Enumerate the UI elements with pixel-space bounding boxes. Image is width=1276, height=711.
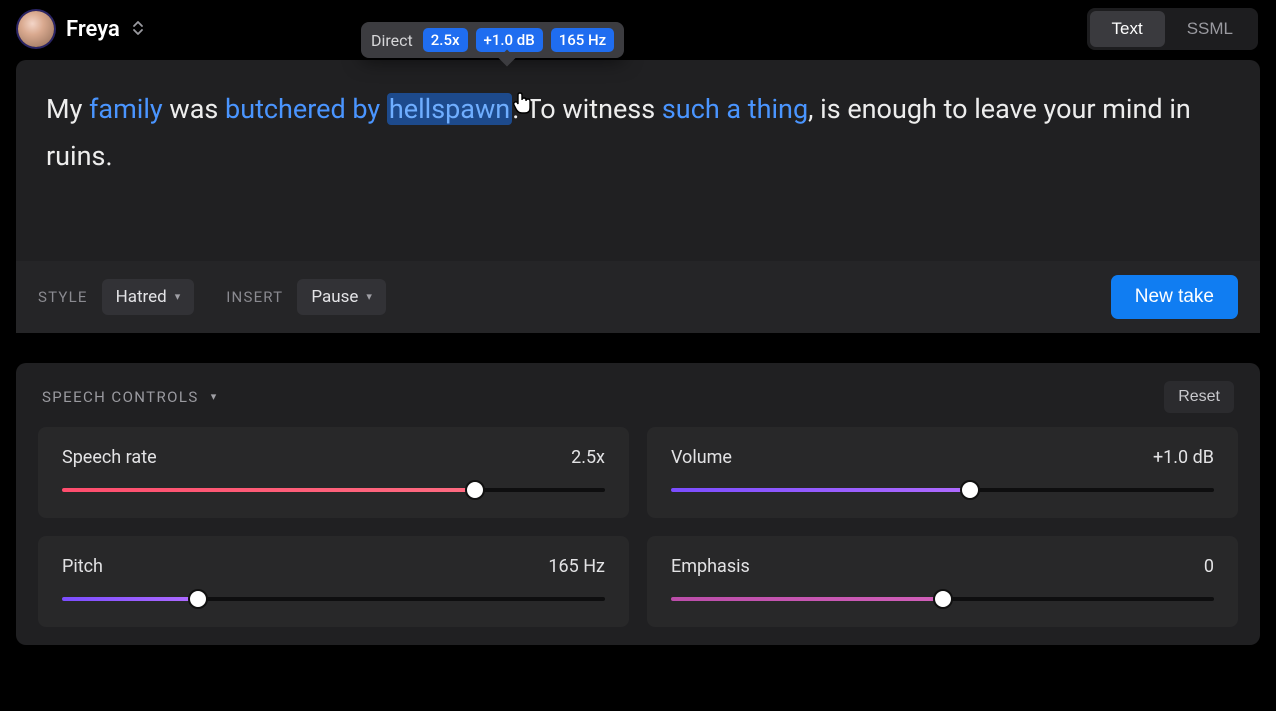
volume-value: +1.0 dB: [1153, 447, 1214, 468]
speech-rate-label: Speech rate: [62, 447, 157, 468]
slider-thumb[interactable]: [465, 480, 485, 500]
style-label: STYLE: [38, 288, 88, 306]
slider-fill: [62, 597, 198, 601]
insert-dropdown[interactable]: Pause ▾: [297, 279, 386, 315]
speech-rate-slider[interactable]: [62, 488, 605, 492]
reset-button[interactable]: Reset: [1164, 381, 1234, 413]
tooltip-volume-chip[interactable]: +1.0 dB: [476, 28, 543, 52]
slider-thumb[interactable]: [960, 480, 980, 500]
insert-label: INSERT: [226, 288, 283, 306]
chevron-updown-icon: [132, 20, 144, 38]
slider-thumb[interactable]: [188, 589, 208, 609]
speech-rate-card: Speech rate 2.5x: [38, 427, 629, 518]
mode-text-button[interactable]: Text: [1090, 11, 1165, 47]
script-textarea[interactable]: My family was butchered by hellspawn. To…: [16, 60, 1260, 261]
speech-controls-title: SPEECH CONTROLS: [42, 388, 199, 406]
script-text: My: [46, 93, 89, 125]
emphasis-slider[interactable]: [671, 597, 1214, 601]
chevron-down-icon: ▾: [366, 290, 372, 303]
volume-slider[interactable]: [671, 488, 1214, 492]
slider-thumb[interactable]: [933, 589, 953, 609]
insert-value: Pause: [311, 287, 358, 307]
voice-picker[interactable]: Freya: [18, 11, 144, 47]
script-text: . To witness: [512, 93, 662, 125]
script-highlight[interactable]: such a thing: [662, 93, 808, 125]
tooltip-rate-chip[interactable]: 2.5x: [423, 28, 468, 52]
chevron-down-icon: ▾: [211, 390, 218, 403]
speech-controls-toggle[interactable]: SPEECH CONTROLS ▾: [42, 388, 218, 406]
pitch-card: Pitch 165 Hz: [38, 536, 629, 627]
new-take-button[interactable]: New take: [1111, 275, 1238, 319]
script-selected-word[interactable]: hellspawn: [387, 93, 512, 125]
word-tooltip: Direct 2.5x +1.0 dB 165 Hz: [361, 22, 624, 58]
volume-card: Volume +1.0 dB: [647, 427, 1238, 518]
mode-toggle: Text SSML: [1087, 8, 1258, 50]
voice-name: Freya: [66, 17, 120, 42]
pitch-slider[interactable]: [62, 597, 605, 601]
slider-fill: [671, 488, 970, 492]
pitch-label: Pitch: [62, 556, 103, 577]
volume-label: Volume: [671, 447, 732, 468]
script-highlight[interactable]: family: [89, 93, 163, 125]
tooltip-label: Direct: [371, 31, 413, 50]
emphasis-label: Emphasis: [671, 556, 750, 577]
slider-fill: [671, 597, 943, 601]
editor-footer: STYLE Hatred ▾ INSERT Pause ▾ New take: [16, 261, 1260, 333]
script-highlight[interactable]: butchered by: [225, 93, 387, 125]
script-text: was: [163, 93, 225, 125]
tooltip-pitch-chip[interactable]: 165 Hz: [551, 28, 615, 52]
slider-fill: [62, 488, 475, 492]
style-dropdown[interactable]: Hatred ▾: [102, 279, 195, 315]
chevron-down-icon: ▾: [175, 290, 181, 303]
style-value: Hatred: [116, 287, 167, 307]
emphasis-value: 0: [1204, 556, 1214, 577]
pitch-value: 165 Hz: [548, 556, 605, 577]
speech-controls-panel: SPEECH CONTROLS ▾ Reset Speech rate 2.5x…: [16, 363, 1260, 645]
emphasis-card: Emphasis 0: [647, 536, 1238, 627]
mode-ssml-button[interactable]: SSML: [1165, 11, 1255, 47]
speech-rate-value: 2.5x: [571, 447, 605, 468]
editor-panel: Direct 2.5x +1.0 dB 165 Hz My family was…: [16, 60, 1260, 333]
avatar: [18, 11, 54, 47]
